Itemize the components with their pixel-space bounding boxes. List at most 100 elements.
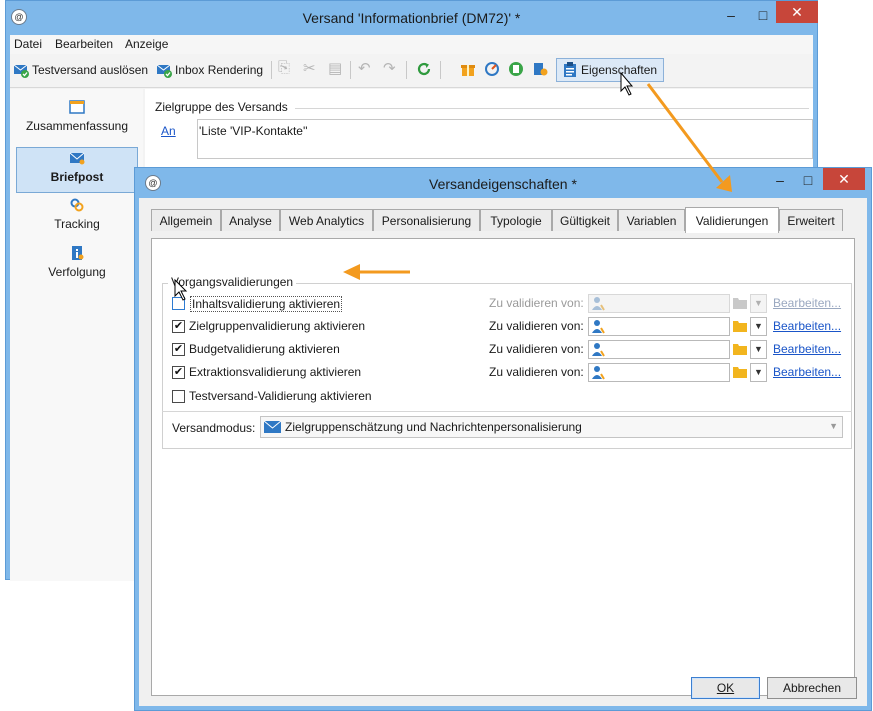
sidebar-item-label: Tracking [54,217,100,231]
summary-icon [69,100,85,114]
sidebar-item-tracking[interactable]: Tracking [16,195,138,241]
close-icon[interactable]: ✕ [823,168,865,190]
budget-validation-label: Budgetvalidierung aktivieren [189,342,340,356]
tab-allgemein[interactable]: Allgemein [151,209,221,231]
validate-by-label: Zu validieren von: [489,296,584,310]
folder-icon [733,298,747,309]
redo-icon[interactable]: ↷ [383,59,396,77]
undo-icon[interactable]: ↶ [358,59,371,77]
edit-link[interactable]: Bearbeiten... [773,365,841,379]
target-validation-label: Zielgruppenvalidierung aktivieren [189,319,366,333]
validator-field[interactable] [588,340,730,359]
budget-validation-checkbox[interactable]: ✔ [172,343,185,356]
minimize-icon[interactable]: – [716,7,746,23]
letter-icon [69,152,85,165]
clipboard-icon [564,62,576,77]
tab-typologie[interactable]: Typologie [480,209,552,231]
gauge-icon[interactable] [484,61,500,77]
menu-datei[interactable]: Datei [14,35,42,54]
edit-link: Bearbeiten... [773,296,842,310]
cut-icon[interactable]: ✂ [303,59,316,77]
menubar: Datei Bearbeiten Anzeige [10,35,813,54]
toolbar-separator [406,61,407,79]
target-group-field[interactable]: 'Liste 'VIP-Kontakte'' [197,119,813,159]
cancel-button[interactable]: Abbrechen [767,677,857,699]
copy-icon[interactable]: ⎘ [278,59,290,76]
validator-dropdown-button[interactable]: ▼ [750,363,767,382]
toolbar-separator [271,61,272,79]
folder-icon[interactable] [732,342,748,356]
target-group-value: 'Liste 'VIP-Kontakte'' [199,124,308,138]
validator-dropdown-button[interactable]: ▼ [750,317,767,336]
envelope-check-icon [156,64,172,78]
test-send-button[interactable]: Testversand auslösen [13,59,148,81]
properties-button[interactable]: Eigenschaften [556,58,664,82]
user-icon [592,320,605,334]
tab-validierungen[interactable]: Validierungen [685,207,779,233]
tab-web-analytics[interactable]: Web Analytics [280,209,373,231]
validator-dropdown-button[interactable]: ▼ [750,340,767,359]
gift-icon[interactable] [460,61,476,77]
toolbar: Testversand auslösen Inbox Rendering ⎘ ✂… [10,55,813,88]
send-mode-label: Versandmodus: [172,421,256,435]
target-group-link[interactable]: An [161,124,176,138]
sidebar-item-briefpost[interactable]: Briefpost [16,147,138,193]
ok-button[interactable]: OK [691,677,760,699]
cancel-label: Abbrechen [782,681,842,695]
folder-icon[interactable] [732,319,748,333]
validator-dropdown-button: ▼ [750,294,767,313]
minimize-icon[interactable]: – [765,172,795,188]
maximize-icon[interactable]: □ [793,172,823,188]
inbox-rendering-label: Inbox Rendering [175,63,264,77]
validate-by-label: Zu validieren von: [489,365,584,379]
content-validation-label: Inhaltsvalidierung aktivieren [190,296,343,312]
window-title: Versand 'Informationbrief (DM72)' * [302,10,521,26]
sidebar-item-zusammenfassung[interactable]: Zusammenfassung [16,97,138,143]
extraction-validation-label: Extraktionsvalidierung aktivieren [189,365,362,379]
menu-bearbeiten[interactable]: Bearbeiten [55,35,113,54]
user-icon [592,297,605,311]
test-send-validation-checkbox[interactable] [172,390,185,403]
chevron-down-icon: ▼ [829,421,838,431]
properties-dialog: @ Versandeigenschaften * – □ ✕ Allgemein… [134,167,872,711]
tab-variablen[interactable]: Variablen [618,209,685,231]
validator-field[interactable] [588,317,730,336]
menu-anzeige[interactable]: Anzeige [125,35,168,54]
test-send-validation-label: Testversand-Validierung aktivieren [189,389,372,403]
toolbar-separator [440,61,441,79]
user-icon [592,343,605,357]
document-config-icon[interactable] [532,61,548,77]
sidebar: Zusammenfassung Briefpost Tracking Verfo… [10,89,143,581]
validate-by-label: Zu validieren von: [489,319,584,333]
sidebar-item-label: Zusammenfassung [25,119,129,133]
validate-by-label: Zu validieren von: [489,342,584,356]
inbox-rendering-button[interactable]: Inbox Rendering [156,59,263,81]
content-validation-checkbox[interactable] [172,297,185,310]
refresh-icon[interactable] [416,61,432,77]
tab-analyse[interactable]: Analyse [221,209,280,231]
properties-label: Eigenschaften [581,63,658,77]
target-validation-checkbox[interactable]: ✔ [172,320,185,333]
extraction-validation-checkbox[interactable]: ✔ [172,366,185,379]
paste-icon[interactable]: ▤ [328,59,342,77]
delivery-window-titlebar: @ Versand 'Informationbrief (DM72)' * – … [6,1,818,35]
dialog-client: Allgemein Analyse Web Analytics Personal… [139,198,867,706]
tracking-icon [70,198,84,212]
edit-link[interactable]: Bearbeiten... [773,342,841,356]
edit-link[interactable]: Bearbeiten... [773,319,841,333]
target-group-legend: Zielgruppe des Versands [155,100,292,114]
tab-personalisierung[interactable]: Personalisierung [373,209,480,231]
maximize-icon[interactable]: □ [748,7,778,23]
close-icon[interactable]: ✕ [776,1,818,23]
folder-icon[interactable] [732,365,748,379]
validator-field[interactable] [588,363,730,382]
sidebar-item-verfolgung[interactable]: Verfolgung [16,243,138,289]
tab-erweitert[interactable]: Erweitert [779,209,843,231]
user-icon [592,366,605,380]
divider [295,108,809,109]
ok-label: OK [716,681,735,695]
tab-gueltigkeit[interactable]: Gültigkeit [552,209,618,231]
toolbar-separator [350,61,351,79]
calculator-icon[interactable] [508,61,524,77]
send-mode-select[interactable]: Zielgruppenschätzung und Nachrichtenpers… [260,416,843,438]
